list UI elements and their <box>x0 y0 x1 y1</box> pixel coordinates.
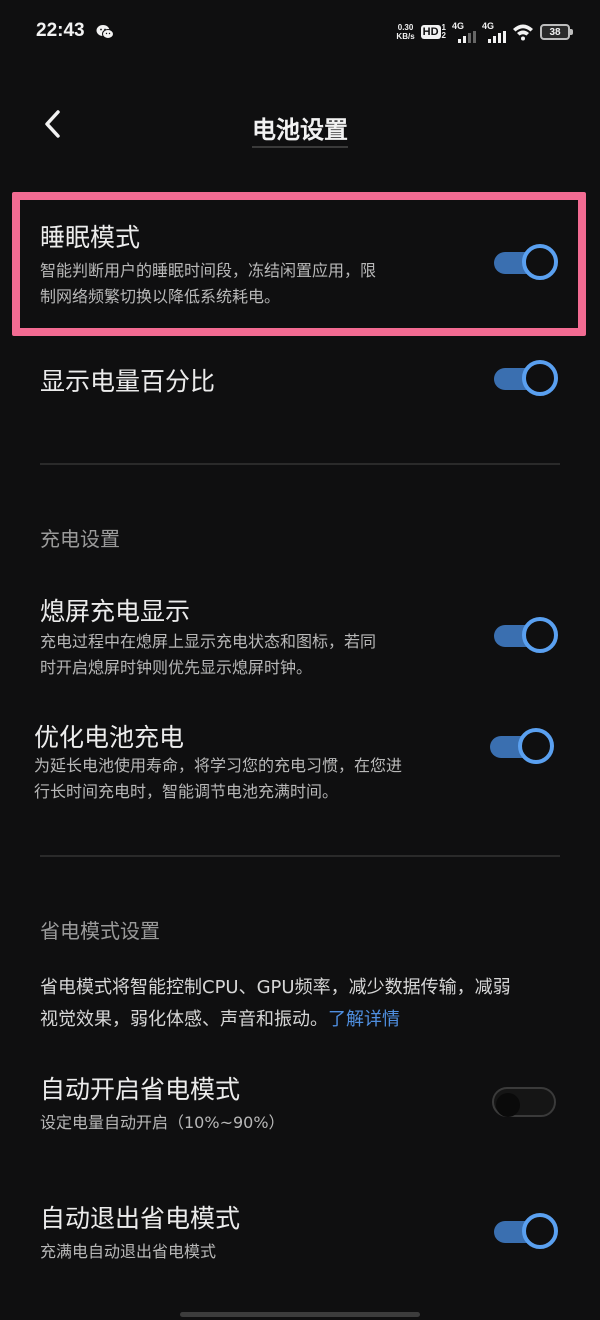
description-line: 制网络频繁切换以降低系统耗电。 <box>40 287 281 306</box>
wifi-icon <box>513 24 533 41</box>
setting-description: 充满电自动退出省电模式 <box>40 1242 217 1261</box>
section-header-power-saving: 省电模式设置 <box>40 919 160 943</box>
net-speed-unit: KB/s <box>396 32 415 41</box>
status-icons: 0.30 KB/s HD 1 2 4G 4G 38 <box>396 20 573 44</box>
description-line: 为延长电池使用寿命，将学习您的充电习惯，在您进 <box>34 756 403 775</box>
setting-description: 智能判断用户的睡眠时间段，冻结闲置应用，限 制网络频繁切换以降低系统耗电。 <box>40 258 376 310</box>
page-title-text: 电池设置 <box>252 116 348 148</box>
hd-sim-numbers: 1 2 <box>442 24 446 40</box>
page-title: 电池设置 <box>0 110 600 148</box>
description-line: 行长时间充电时，智能调节电池充满时间。 <box>34 782 339 801</box>
status-time: 22:43 <box>36 20 85 41</box>
battery-level: 38 <box>549 26 561 38</box>
learn-more-link[interactable]: 了解详情 <box>328 1009 400 1030</box>
setting-sleep-mode[interactable]: 睡眠模式 智能判断用户的睡眠时间段，冻结闲置应用，限 制网络频繁切换以降低系统耗… <box>0 212 600 322</box>
divider <box>40 463 560 465</box>
setting-auto-enable-saving[interactable]: 自动开启省电模式 设定电量自动开启（10%~90%） <box>0 1070 600 1150</box>
setting-title: 显示电量百分比 <box>40 367 216 396</box>
status-bar: 22:43 0.30 KB/s HD 1 2 4G 4G 38 <box>0 0 600 64</box>
setting-description: 为延长电池使用寿命，将学习您的充电习惯，在您进 行长时间充电时，智能调节电池充满… <box>34 753 402 805</box>
power-saving-info: 省电模式将智能控制CPU、GPU频率，减少数据传输，减弱 视觉效果，弱化体感、声… <box>40 972 570 1036</box>
toggle-knob <box>496 1093 520 1117</box>
signal-type-label: 4G <box>482 21 495 31</box>
section-header-charging: 充电设置 <box>40 527 120 551</box>
screen-off-charge-toggle[interactable] <box>494 617 558 653</box>
setting-title: 自动开启省电模式 <box>40 1075 241 1104</box>
toggle-knob <box>518 728 554 764</box>
signal-icon-sim1: 4G <box>452 21 476 43</box>
hd-sim2: 2 <box>441 31 446 40</box>
info-line: 省电模式将智能控制CPU、GPU频率，减少数据传输，减弱 <box>40 977 511 998</box>
sleep-mode-toggle[interactable] <box>494 244 558 280</box>
signal-bars-icon <box>458 31 476 43</box>
hd-volte-icon: HD 1 2 <box>420 24 446 40</box>
signal-type-label: 4G <box>452 21 465 31</box>
auto-enable-saving-toggle[interactable] <box>492 1084 556 1120</box>
setting-title: 自动退出省电模式 <box>40 1204 241 1233</box>
battery-percent-toggle[interactable] <box>494 360 558 396</box>
divider <box>40 855 560 857</box>
setting-description: 充电过程中在熄屏上显示充电状态和图标，若同 时开启熄屏时钟则优先显示熄屏时钟。 <box>40 629 376 681</box>
description-line: 充电过程中在熄屏上显示充电状态和图标，若同 <box>40 632 377 651</box>
setting-title: 睡眠模式 <box>40 223 141 252</box>
description-line: 智能判断用户的睡眠时间段，冻结闲置应用，限 <box>40 261 377 280</box>
hd-label: HD <box>420 25 441 39</box>
toggle-knob <box>522 617 558 653</box>
setting-title: 优化电池充电 <box>34 723 185 752</box>
home-indicator[interactable] <box>180 1312 420 1317</box>
setting-auto-exit-saving[interactable]: 自动退出省电模式 充满电自动退出省电模式 <box>0 1199 600 1279</box>
net-speed-value: 0.30 <box>397 23 414 32</box>
toggle-knob <box>522 1213 558 1249</box>
optimized-charge-toggle[interactable] <box>490 728 554 764</box>
toggle-knob <box>522 360 558 396</box>
auto-exit-saving-toggle[interactable] <box>494 1213 558 1249</box>
setting-description: 设定电量自动开启（10%~90%） <box>40 1113 285 1132</box>
signal-icon-sim2: 4G <box>482 21 506 43</box>
info-line-with-link: 视觉效果，弱化体感、声音和振动。了解详情 <box>40 1004 570 1036</box>
net-speed: 0.30 KB/s <box>396 23 414 41</box>
setting-battery-percent[interactable]: 显示电量百分比 <box>0 352 600 412</box>
description-line: 时开启熄屏时钟则优先显示熄屏时钟。 <box>40 658 313 677</box>
battery-icon: 38 <box>540 24 573 40</box>
wechat-icon <box>96 25 114 39</box>
signal-bars-icon <box>488 31 506 43</box>
info-line: 视觉效果，弱化体感、声音和振动。 <box>40 1009 328 1030</box>
setting-title: 熄屏充电显示 <box>40 597 191 626</box>
setting-screen-off-charge[interactable]: 熄屏充电显示 充电过程中在熄屏上显示充电状态和图标，若同 时开启熄屏时钟则优先显… <box>0 588 600 688</box>
toggle-knob <box>522 244 558 280</box>
setting-optimized-charge[interactable]: 优化电池充电 为延长电池使用寿命，将学习您的充电习惯，在您进 行长时间充电时，智… <box>0 716 600 816</box>
